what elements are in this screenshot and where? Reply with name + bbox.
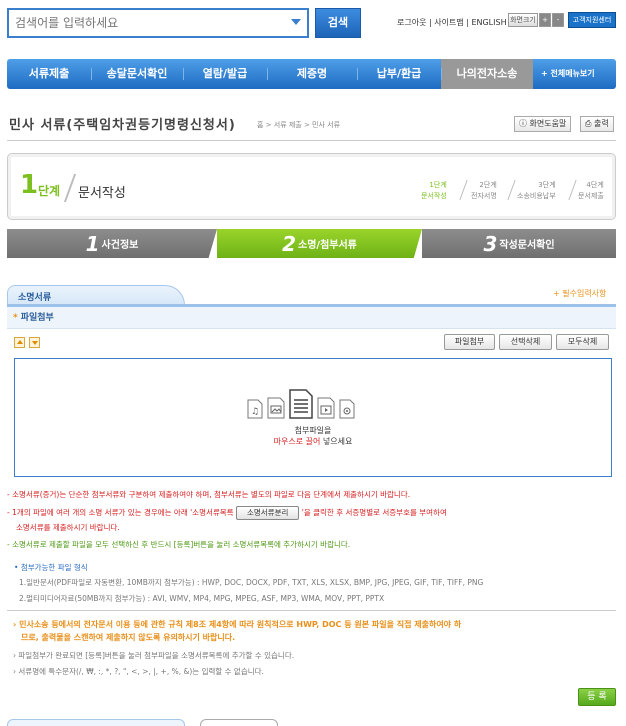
attach-title: 파일첨부 (20, 313, 54, 323)
file-dropzone[interactable]: ♫ 첨부파일을 마우스로 끌어 넣으세요 (14, 358, 612, 477)
audio-file-icon: ♫ (247, 399, 263, 419)
settings-file-icon (339, 399, 355, 419)
required-note: + 필수입력사항 (553, 289, 607, 298)
tab-document-review[interactable]: 3 작성문서확인 (422, 229, 616, 258)
nav-item-view[interactable]: 열람/발급 (183, 59, 267, 89)
split-evidence-button[interactable]: 소명서류분리 (235, 506, 300, 520)
info-icon: ⓘ (519, 119, 530, 128)
note-evidence: - 소명서류(증거)는 단순한 첨부서류와 구분하여 제출하여야 하며, 첨부서… (7, 490, 411, 499)
move-down-button[interactable] (29, 337, 40, 348)
image-file-icon (267, 397, 285, 419)
bullet-icon: • (14, 563, 21, 572)
attach-file-button[interactable]: 파일첨부 (444, 334, 495, 350)
tab-case-info[interactable]: 1 사건정보 (7, 229, 217, 258)
formats-title: • 첨부가능한 파일 형식 (14, 563, 88, 572)
mini-step-divider (568, 180, 577, 200)
mini-step-3: 3단계 소송비용납부 (517, 181, 556, 200)
breadcrumb: 홈 > 서류 제출 > 민사 서류 (257, 121, 341, 129)
search-box[interactable] (7, 8, 309, 38)
note-register: - 소명서류로 제출할 파일을 모두 선택하신 후 반드시 [등록]버튼을 눌러… (7, 540, 351, 549)
delete-all-button[interactable]: 모두삭제 (556, 334, 609, 350)
search-button[interactable]: 검색 (315, 8, 361, 38)
step-indicator: 1 단계 문서작성 1단계 문서작성 2단계 전자서명 3단계 소송비용납부 4단계 문… (7, 153, 616, 220)
warning-original-file: › 민사소송 등에서의 전자문서 이용 등에 관한 규칙 제8조 제4항에 따라… (13, 620, 462, 629)
step-divider (63, 174, 77, 202)
move-up-button[interactable] (14, 337, 25, 348)
help-button[interactable]: ⓘ 화면도움말 (514, 116, 572, 132)
video-file-icon (317, 397, 335, 419)
info-special-chars: › 서류명에 특수문자(/, ₩, :, *, ?, ", <, >, |, +… (13, 667, 264, 676)
search-input[interactable] (9, 10, 269, 36)
print-button[interactable]: ⎙ 출력 (580, 116, 614, 132)
step-unit: 단계 (38, 184, 61, 198)
info-register: › 파일첨부가 완료되면 [등록]버튼을 눌러 첨부파일을 소명서류목록에 추가… (13, 651, 295, 660)
section-tab-evidence[interactable]: 소명서류 (7, 285, 185, 305)
mini-step-1: 1단계 문서작성 (421, 181, 447, 200)
warning-original-file-line2: 므로, 출력물을 스캔하여 제출하지 않도록 유의하시기 바랍니다. (21, 633, 236, 642)
required-star: * (13, 313, 18, 323)
mini-step-divider (459, 180, 468, 200)
register-button[interactable]: 등 록 (578, 688, 616, 706)
mini-step-divider (507, 180, 516, 200)
font-size-label: 화면크기 (508, 13, 538, 27)
print-button-label: 출력 (593, 119, 609, 128)
svg-text:♫: ♫ (251, 407, 259, 417)
file-type-icons: ♫ (247, 389, 355, 419)
nav-item-payment[interactable]: 납부/환급 (357, 59, 441, 89)
delete-selected-button[interactable]: 선택삭제 (499, 334, 552, 350)
section-tab-bottom[interactable] (7, 719, 185, 726)
main-nav: 서류제출 송달문서확인 열람/발급 제증명 납부/환급 나의전자소송 + 전체메… (7, 59, 616, 89)
support-center-button[interactable]: 고객지원센터 (568, 12, 616, 28)
attach-header: * 파일첨부 (7, 307, 616, 329)
document-file-icon (289, 389, 313, 419)
nav-item-my-litigation[interactable]: 나의전자소송 (441, 59, 533, 89)
formats-multimedia: 2.멀티미디어자료(50MB까지 첨부가능) : AVI, WMV, MP4, … (19, 594, 385, 603)
divider (7, 610, 616, 611)
step-number: 1 (20, 170, 39, 200)
drop-instructions: 첨부파일을 마우스로 끌어 넣으세요 (273, 426, 353, 446)
nav-item-delivery[interactable]: 송달문서확인 (91, 59, 183, 89)
font-minus-button[interactable]: - (552, 13, 564, 27)
mini-step-4: 4단계 문서제출 (578, 181, 604, 200)
nav-item-certificate[interactable]: 제증명 (267, 59, 357, 89)
formats-general: 1.일반문서(PDF파일로 자동변환, 10MB까지 첨부가능) : HWP, … (19, 578, 484, 587)
note-split-line2: 소명서류를 제출하시기 바랍니다. (16, 523, 120, 532)
process-tabs: 1 사건정보 2 소명/첨부서류 3 작성문서확인 (7, 229, 616, 258)
mini-step-2: 2단계 전자서명 (471, 181, 497, 200)
divider (7, 140, 616, 141)
printer-icon: ⎙ (585, 119, 594, 128)
nav-item-submit[interactable]: 서류제출 (7, 59, 91, 89)
all-menu-link[interactable]: + 전체메뉴보기 (533, 59, 595, 89)
note-split: - 1개의 파일에 여러 개의 소명 서류가 있는 경우에는 아래 '소명서류목… (7, 506, 447, 520)
tab-attachments[interactable]: 2 소명/첨부서류 (217, 229, 422, 258)
page-title: 민사 서류(주택임차권등기명령신청서) (9, 118, 236, 133)
help-button-label: 화면도움말 (529, 119, 567, 128)
step-name: 문서작성 (78, 186, 126, 201)
chevron-down-icon[interactable] (291, 19, 301, 25)
util-links[interactable]: 로그아웃 | 사이트맵 | ENGLISH (397, 17, 507, 28)
section-tab-bottom-2[interactable] (200, 719, 278, 726)
font-plus-button[interactable]: + (539, 13, 551, 27)
